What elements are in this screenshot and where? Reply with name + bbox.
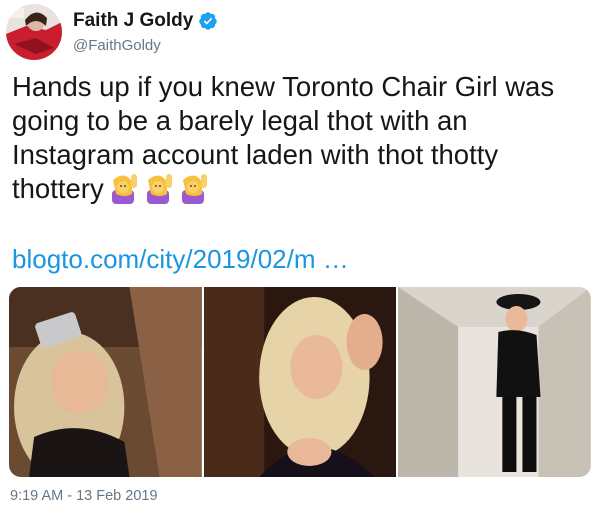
media-grid bbox=[9, 287, 591, 477]
display-name[interactable]: Faith J Goldy bbox=[73, 10, 193, 32]
tweet-text-line: Instagram account laden with thot thotty bbox=[12, 139, 499, 170]
tweet-timestamp[interactable]: 9:19 AM - 13 Feb 2019 bbox=[10, 488, 158, 504]
tweet-header: Faith J Goldy @FaithGoldy bbox=[6, 4, 218, 62]
photo-2[interactable] bbox=[203, 287, 397, 477]
tweet-text-line-last: thottery bbox=[12, 172, 592, 206]
person-raising-hand-emoji-icon bbox=[110, 172, 140, 204]
tweet-text-line: going to be a barely legal thot with an bbox=[12, 105, 468, 136]
tweet-card: Faith J Goldy @FaithGoldy Hands up if yo… bbox=[0, 0, 600, 521]
tweet-text-last-words: thottery bbox=[12, 173, 104, 204]
photo-3[interactable] bbox=[398, 287, 591, 477]
author-names: Faith J Goldy @FaithGoldy bbox=[73, 10, 218, 54]
tweet-text-line: Hands up if you knew Toronto Chair Girl … bbox=[12, 71, 555, 102]
avatar[interactable] bbox=[6, 4, 62, 60]
display-name-row: Faith J Goldy bbox=[73, 10, 218, 32]
person-raising-hand-emoji-icon bbox=[145, 172, 175, 204]
person-raising-hand-emoji-icon bbox=[180, 172, 210, 204]
photo-1[interactable] bbox=[9, 287, 202, 477]
tweet-text: Hands up if you knew Toronto Chair Girl … bbox=[12, 70, 592, 206]
verified-badge-icon bbox=[198, 11, 218, 31]
author-handle[interactable]: @FaithGoldy bbox=[73, 37, 218, 54]
tweet-link[interactable]: blogto.com/city/2019/02/m … bbox=[12, 244, 349, 275]
emoji-row bbox=[110, 172, 210, 204]
